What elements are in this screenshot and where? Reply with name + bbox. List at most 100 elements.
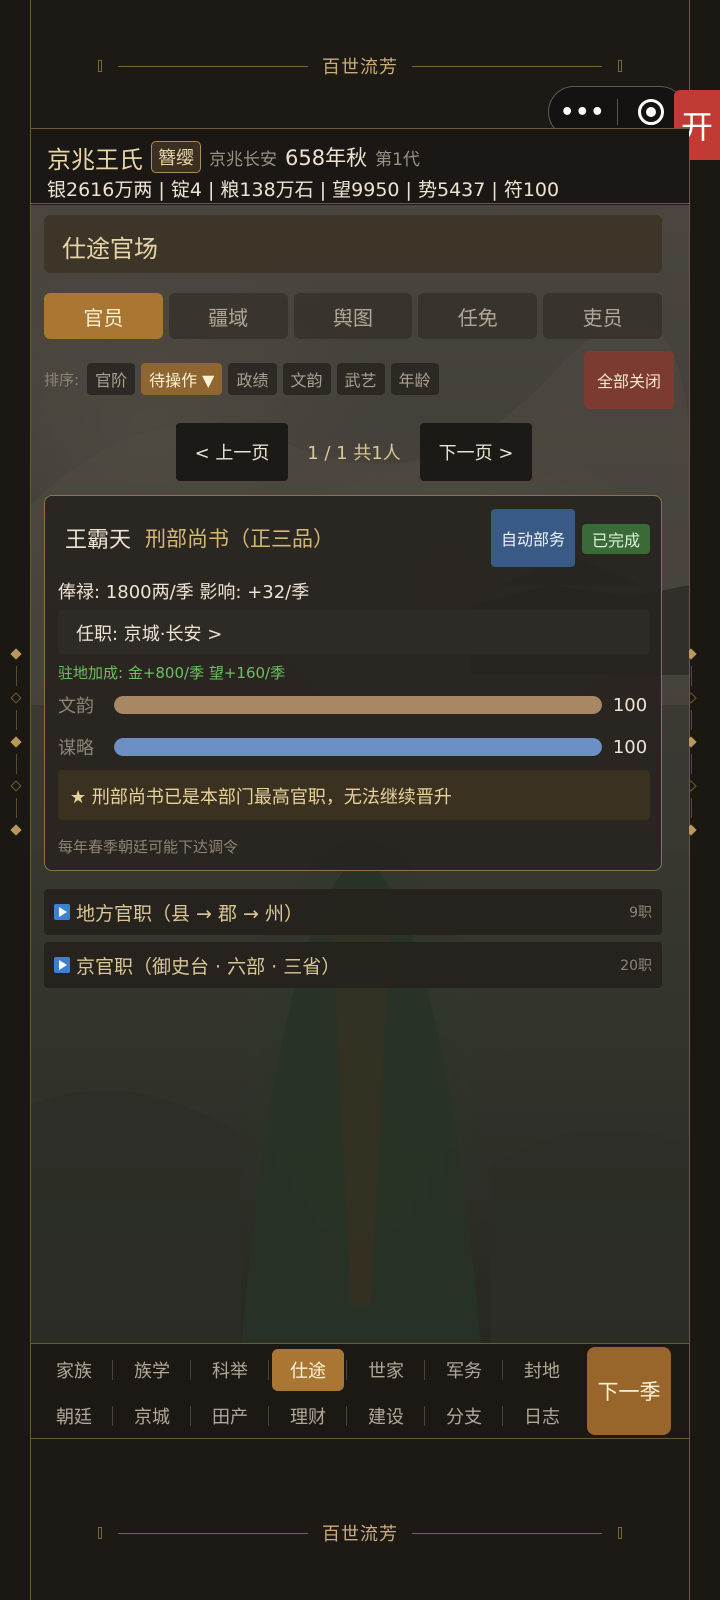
clan-rank-badge: 簪缨 <box>151 141 201 173</box>
more-icon[interactable]: ••• <box>549 100 617 125</box>
nav-item-label: 建设 <box>368 1407 404 1428</box>
nav-item-4[interactable]: 世家 <box>347 1348 425 1392</box>
tab-appointments[interactable]: 任免 <box>418 293 538 339</box>
pagination: < 上一页 1 / 1 共1人 下一页 > <box>176 423 532 481</box>
nav-item-label: 日志 <box>524 1407 560 1428</box>
group-capital-posts[interactable]: 京官职（御史台 · 六部 · 三省） 20职 <box>44 942 662 988</box>
station-bonus: 驻地加成: 金+800/季 望+160/季 <box>58 664 286 682</box>
sort-martial[interactable]: 武艺 <box>336 363 385 395</box>
nav-grid: 家族 族学 科举 仕途 世家 军务 封地朝廷 京城 田产 理财 建设 分支 日志 <box>35 1348 581 1438</box>
resources-bar: 银2616万两 | 锭4 | 粮138万石 | 望9950 | 势5437 | … <box>47 179 560 201</box>
page-info: 1 / 1 共1人 <box>307 443 401 464</box>
stat-label: 谋略 <box>58 738 94 759</box>
stat-bar-fill <box>114 696 602 714</box>
tab-territory[interactable]: 疆域 <box>168 293 288 339</box>
sort-rank[interactable]: 官阶 <box>87 363 136 395</box>
expand-icon <box>54 957 70 973</box>
stat-bar-track <box>114 696 602 714</box>
expand-icon <box>54 904 70 920</box>
stat-literary: 文韵 100 <box>58 692 658 718</box>
nav-item-5[interactable]: 军务 <box>425 1348 503 1392</box>
sort-label: 排序: <box>44 370 80 389</box>
clan-location: 京兆长安 <box>209 149 277 170</box>
banner-title: 百世流芳 <box>322 57 398 78</box>
group-label: 京官职（御史台 · 六部 · 三省） <box>76 955 341 978</box>
post-location-row[interactable]: 任职: 京城·长安 > <box>58 610 650 654</box>
status-badge: 已完成 <box>582 524 650 554</box>
sort-pending[interactable]: 待操作 ▼ <box>141 363 223 395</box>
nav-item-12[interactable]: 分支 <box>425 1394 503 1438</box>
clan-header: 京兆王氏 簪缨 京兆长安 658年秋 第1代 银2616万两 | 锭4 | 粮1… <box>31 128 689 204</box>
banner-line-right <box>412 66 602 67</box>
banner-cap-right <box>618 1527 622 1539</box>
stat-value: 100 <box>612 736 648 758</box>
stat-bar-track <box>114 738 602 756</box>
stat-strategy: 谋略 100 <box>58 734 658 760</box>
nav-item-label: 封地 <box>524 1361 560 1382</box>
tab-officials[interactable]: 官员 <box>44 293 163 339</box>
nav-item-2[interactable]: 科举 <box>191 1348 269 1392</box>
nav-item-6[interactable]: 封地 <box>503 1348 581 1392</box>
sort-bar: 排序: 官阶 待操作 ▼ 政绩 文韵 武艺 年龄 <box>44 363 439 395</box>
group-label: 地方官职（县 → 郡 → 州） <box>76 902 303 925</box>
tab-bar: 官员 疆域 舆图 任免 吏员 <box>44 293 662 339</box>
sort-age[interactable]: 年龄 <box>390 363 439 395</box>
bottom-nav: 家族 族学 科举 仕途 世家 军务 封地朝廷 京城 田产 理财 建设 分支 日志 下一季 <box>31 1343 689 1439</box>
nav-item-label: 分支 <box>446 1407 482 1428</box>
section-title: 仕途官场 <box>44 215 662 273</box>
group-count: 9职 <box>629 905 652 921</box>
nav-item-label: 理财 <box>290 1407 326 1428</box>
next-season-button[interactable]: 下一季 <box>587 1347 671 1435</box>
nav-item-8[interactable]: 京城 <box>113 1394 191 1438</box>
group-count: 20职 <box>620 958 652 974</box>
nav-item-label: 家族 <box>56 1361 92 1382</box>
transfer-footnote: 每年春季朝廷可能下达调令 <box>58 838 239 856</box>
stat-bar-fill <box>114 738 602 756</box>
banner-line-right <box>412 1533 602 1534</box>
stat-label: 文韵 <box>58 696 94 717</box>
bottom-banner: 百世流芳 <box>30 1503 690 1563</box>
generation: 第1代 <box>375 149 420 170</box>
tab-clerks[interactable]: 吏员 <box>543 293 662 339</box>
nav-item-label: 朝廷 <box>56 1407 92 1428</box>
nav-item-0[interactable]: 家族 <box>35 1348 113 1392</box>
close-all-button[interactable]: 全部关闭 <box>584 351 674 409</box>
nav-item-label: 科举 <box>212 1361 248 1382</box>
clan-name: 京兆王氏 <box>47 145 143 174</box>
nav-item-13[interactable]: 日志 <box>503 1394 581 1438</box>
stat-value: 100 <box>612 694 648 716</box>
banner-title: 百世流芳 <box>322 1524 398 1545</box>
official-title: 刑部尚书（正三品） <box>145 527 334 551</box>
official-name: 王霸天 <box>65 528 132 553</box>
prev-page-button[interactable]: < 上一页 <box>176 423 288 481</box>
next-page-button[interactable]: 下一页 > <box>420 423 532 481</box>
sort-merit[interactable]: 政绩 <box>228 363 277 395</box>
nav-item-1[interactable]: 族学 <box>113 1348 191 1392</box>
nav-item-11[interactable]: 建设 <box>347 1394 425 1438</box>
banner-cap-right <box>618 60 622 72</box>
sort-literary[interactable]: 文韵 <box>282 363 331 395</box>
nav-item-label: 族学 <box>134 1361 170 1382</box>
nav-item-7[interactable]: 朝廷 <box>35 1394 113 1438</box>
main-panel: 仕途官场 官员 疆域 舆图 任免 吏员 排序: 官阶 待操作 ▼ 政绩 文韵 武… <box>31 205 689 1343</box>
banner-line-left <box>118 66 308 67</box>
banner-cap-left <box>98 1527 102 1539</box>
nav-item-10[interactable]: 理财 <box>269 1394 347 1438</box>
nav-item-label: 京城 <box>134 1407 170 1428</box>
nav-item-9[interactable]: 田产 <box>191 1394 269 1438</box>
tab-map[interactable]: 舆图 <box>293 293 413 339</box>
game-date: 658年秋 <box>285 146 368 170</box>
salary-info: 俸禄: 1800两/季 影响: +32/季 <box>58 582 310 603</box>
banner-cap-left <box>98 60 102 72</box>
official-card: 王霸天 刑部尚书（正三品） 自动部务 已完成 俸禄: 1800两/季 影响: +… <box>44 495 662 871</box>
banner-line-left <box>118 1533 308 1534</box>
nav-item-label: 田产 <box>212 1407 248 1428</box>
nav-item-label: 军务 <box>446 1361 482 1382</box>
nav-item-label: 仕途 <box>272 1349 344 1391</box>
nav-item-label: 世家 <box>368 1361 404 1382</box>
group-local-posts[interactable]: 地方官职（县 → 郡 → 州） 9职 <box>44 889 662 935</box>
promotion-notice: ★ 刑部尚书已是本部门最高官职，无法继续晋升 <box>58 770 650 820</box>
left-side-ornament <box>10 648 22 836</box>
auto-duty-button[interactable]: 自动部务 <box>491 509 575 567</box>
nav-item-3[interactable]: 仕途 <box>269 1348 347 1392</box>
